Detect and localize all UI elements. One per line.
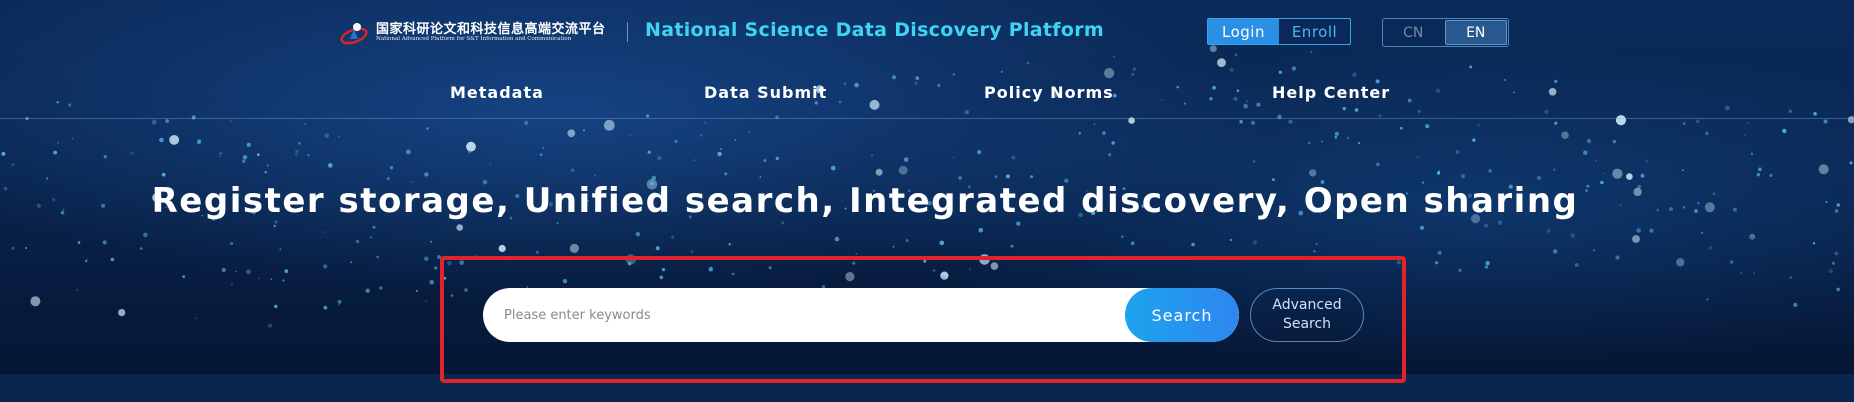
login-button[interactable]: Login [1208, 19, 1279, 44]
logo-chinese-text: 国家科研论文和科技信息高端交流平台 [376, 22, 606, 37]
language-switch: CN EN [1382, 18, 1509, 47]
language-en-button[interactable]: EN [1444, 20, 1507, 45]
nav-item-metadata[interactable]: Metadata [450, 83, 544, 102]
enroll-button[interactable]: Enroll [1279, 19, 1350, 44]
nav-item-policy-norms[interactable]: Policy Norms [984, 83, 1114, 102]
platform-title: National Science Data Discovery Platform [645, 19, 1104, 41]
auth-switch: Login Enroll [1207, 18, 1351, 45]
hero-slogan: Register storage, Unified search, Integr… [151, 181, 1579, 221]
search-button[interactable]: Search [1125, 288, 1239, 342]
nav-divider-line [0, 118, 1854, 119]
advanced-search-button[interactable]: Advanced Search [1250, 288, 1364, 342]
search-box: Search [483, 288, 1239, 342]
header-divider [627, 22, 628, 42]
advanced-search-label-line1: Advanced [1272, 297, 1342, 313]
nav-item-help-center[interactable]: Help Center [1272, 83, 1390, 102]
logo-english-text: National Advanced Platform for S&T Infor… [376, 36, 572, 42]
advanced-search-label-line2: Search [1282, 316, 1332, 332]
nav-item-data-submit[interactable]: Data Submit [704, 83, 827, 102]
platform-logo[interactable]: 国家科研论文和科技信息高端交流平台 National Advanced Plat… [340, 18, 610, 48]
nsti-logo-icon [340, 23, 368, 45]
search-input[interactable] [483, 288, 1123, 342]
language-cn-button[interactable]: CN [1383, 19, 1444, 46]
